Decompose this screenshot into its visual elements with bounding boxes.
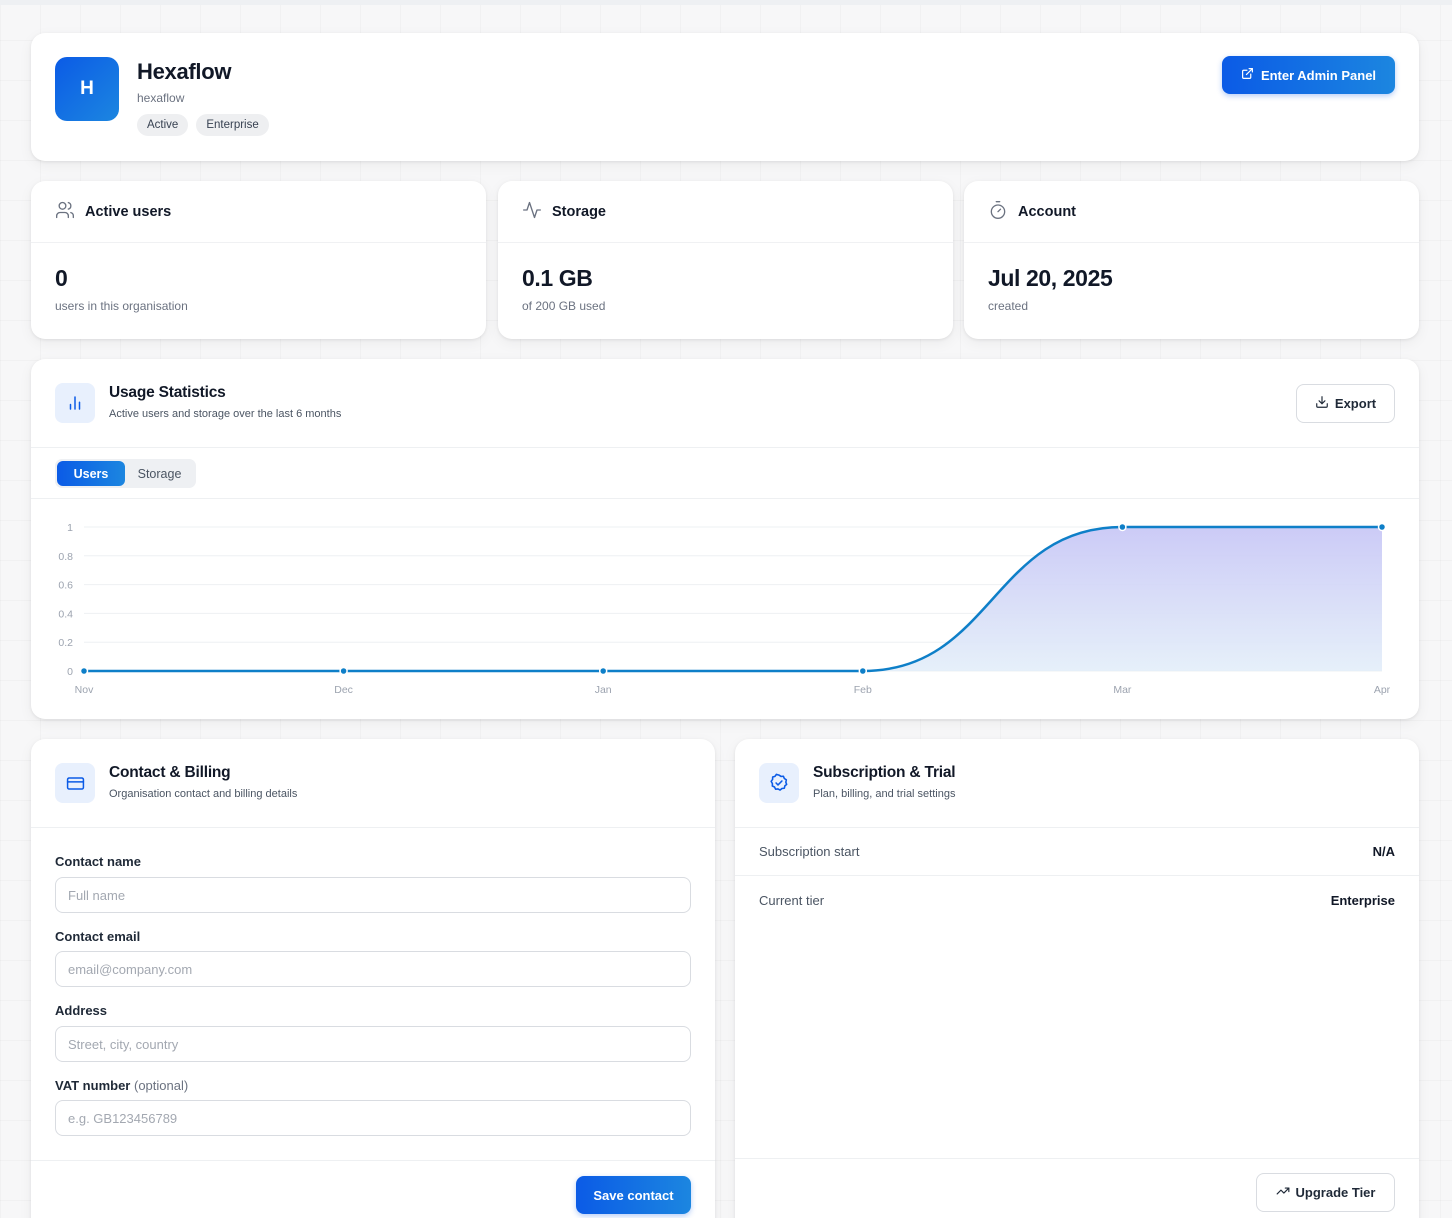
data-point[interactable] — [79, 666, 89, 676]
organisation-badges: Active Enterprise — [137, 114, 269, 136]
storage-card: Storage 0.1 GB of 200 GB used — [498, 181, 953, 339]
badge-check-icon — [759, 763, 799, 803]
address-label: Address — [55, 1003, 108, 1018]
upgrade-tier-label: Upgrade Tier — [1295, 1185, 1376, 1200]
data-point[interactable] — [598, 666, 608, 676]
stat-value: 0 — [55, 265, 68, 291]
tab-storage[interactable]: Storage — [125, 461, 194, 486]
tab-users[interactable]: Users — [57, 461, 125, 486]
organisation-slug: hexaflow — [137, 91, 185, 105]
bar-chart-icon — [55, 383, 95, 423]
contact-email-input[interactable] — [55, 951, 691, 987]
x-tick-label: Nov — [75, 684, 94, 696]
organisation-header-card: H Hexaflow hexaflow Active Enterprise En… — [31, 33, 1419, 161]
x-tick-label: Jan — [595, 684, 612, 696]
vat-number-input[interactable] — [55, 1100, 691, 1136]
current-tier-row: Current tier Enterprise — [735, 876, 1419, 925]
section-subtitle: Active users and storage over the last 6… — [109, 408, 342, 420]
account-card: Account Jul 20, 2025 created — [964, 181, 1419, 339]
contact-billing-card: Contact & Billing Organisation contact a… — [31, 739, 715, 1218]
organisation-name: Hexaflow — [137, 59, 232, 84]
series-area — [84, 527, 1382, 671]
enter-admin-panel-button[interactable]: Enter Admin Panel — [1222, 56, 1395, 94]
x-tick-label: Mar — [1113, 684, 1132, 696]
enter-admin-panel-label: Enter Admin Panel — [1260, 67, 1377, 83]
stat-value: Jul 20, 2025 — [988, 265, 1113, 291]
stat-label: Active users — [85, 203, 172, 220]
y-tick-label: 1 — [67, 522, 73, 534]
usage-statistics-card: Usage Statistics Active users and storag… — [31, 359, 1419, 719]
section-title: Contact & Billing — [109, 764, 231, 781]
y-tick-label: 0.8 — [58, 551, 73, 563]
save-contact-button[interactable]: Save contact — [576, 1176, 691, 1214]
contact-name-label: Contact name — [55, 854, 141, 869]
subscription-start-row: Subscription start N/A — [735, 827, 1419, 876]
upgrade-tier-button[interactable]: Upgrade Tier — [1256, 1173, 1395, 1212]
stat-subtext: users in this organisation — [55, 299, 188, 313]
data-point[interactable] — [1118, 522, 1127, 532]
stat-value: 0.1 GB — [522, 265, 593, 291]
usage-chart: 1 0.8 0.6 0.4 0.2 0Nov Dec Jan Feb Mar Apr — [58, 522, 1391, 696]
stat-label: Storage — [552, 203, 606, 220]
stat-subtext: of 200 GB used — [522, 299, 606, 313]
stat-subtext: created — [988, 299, 1029, 313]
row-key: Current tier — [759, 893, 825, 908]
organisation-logo: H — [55, 57, 119, 121]
data-point[interactable] — [1377, 522, 1387, 532]
data-point[interactable] — [339, 666, 348, 676]
x-tick-label: Dec — [334, 684, 353, 696]
status-badge: Active — [137, 114, 189, 136]
row-value: N/A — [1372, 843, 1395, 859]
address-input[interactable] — [55, 1026, 691, 1062]
export-button[interactable]: Export — [1296, 384, 1395, 423]
external-link-icon — [1241, 67, 1254, 83]
y-tick-label: 0.2 — [58, 637, 73, 649]
export-label: Export — [1334, 396, 1377, 411]
users-icon — [55, 200, 75, 224]
row-value: Enterprise — [1330, 893, 1395, 908]
row-key: Subscription start — [759, 843, 860, 859]
section-subtitle: Plan, billing, and trial settings — [813, 788, 956, 800]
vat-number-label-text: VAT number — [55, 1078, 131, 1093]
contact-email-label: Contact email — [55, 929, 141, 944]
top-border — [0, 0, 1452, 5]
contact-name-input[interactable] — [55, 877, 691, 913]
usage-tabs: Users Storage — [55, 459, 196, 488]
y-tick-label: 0.4 — [58, 608, 73, 620]
data-point[interactable] — [858, 666, 868, 676]
optional-hint: (optional) — [133, 1078, 189, 1093]
vat-number-label: VAT number (optional) — [55, 1078, 188, 1093]
section-title: Usage Statistics — [109, 384, 226, 401]
timer-icon — [988, 200, 1008, 224]
subscription-trial-card: Subscription & Trial Plan, billing, and … — [735, 739, 1419, 1218]
activity-icon — [522, 200, 542, 224]
trending-up-icon — [1276, 1184, 1290, 1201]
credit-card-icon — [55, 763, 95, 803]
stat-label: Account — [1018, 203, 1076, 220]
tier-badge: Enterprise — [196, 114, 269, 136]
download-icon — [1315, 395, 1329, 412]
y-tick-label: 0 — [67, 666, 73, 678]
section-title: Subscription & Trial — [813, 764, 956, 781]
active-users-card: Active users 0 users in this organisatio… — [31, 181, 486, 339]
x-tick-label: Feb — [854, 684, 872, 696]
y-tick-label: 0.6 — [58, 580, 73, 592]
x-tick-label: Apr — [1374, 684, 1391, 696]
section-subtitle: Organisation contact and billing details — [109, 788, 298, 800]
